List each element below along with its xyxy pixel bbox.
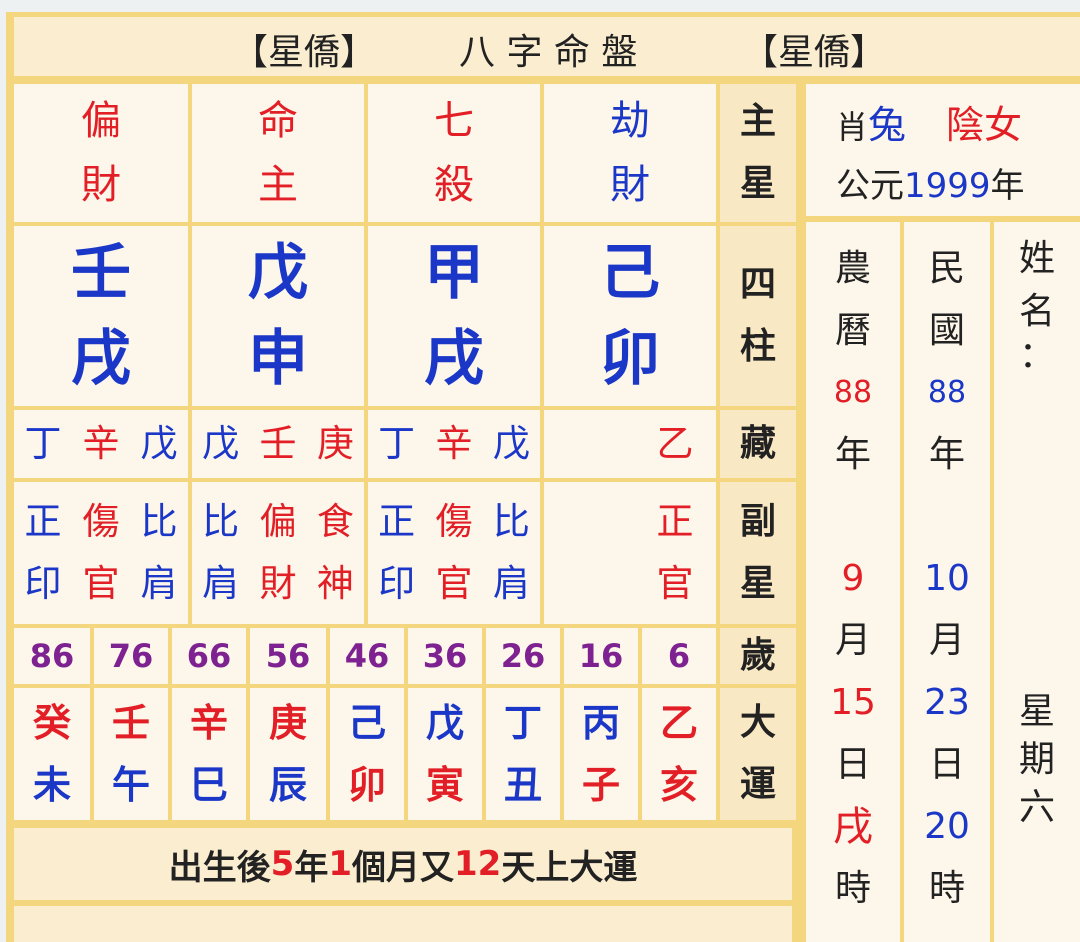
luck-pillar: 丙 子 xyxy=(564,688,638,820)
label-sub-star: 副 星 xyxy=(720,482,796,624)
main-star-3: 七 殺 xyxy=(368,84,540,222)
chart-title: 八 字 命 盤 xyxy=(459,32,638,73)
name-column: 姓 名 ： 星 期 六 xyxy=(994,222,1080,942)
gregorian-year: 公元1999年 xyxy=(836,166,1025,206)
hidden-stems-3: 丁 辛 戊 xyxy=(368,410,540,478)
main-star-1: 偏 財 xyxy=(14,84,188,222)
age-cell: 76 xyxy=(94,628,168,684)
pillar-day: 甲 戌 xyxy=(368,226,540,406)
profile-box: 肖兔 陰女 公元1999年 xyxy=(806,84,1080,216)
age-cell: 36 xyxy=(408,628,482,684)
age-cell: 56 xyxy=(250,628,326,684)
bottom-strip xyxy=(14,906,792,942)
age-cell: 86 xyxy=(14,628,90,684)
luck-pillar: 壬 午 xyxy=(94,688,168,820)
luck-pillar: 丁 丑 xyxy=(486,688,560,820)
minguo-column: 民 國 88 年 10 月 23 日 20 時 xyxy=(904,222,990,942)
hidden-stems-4: 乙 xyxy=(544,410,716,478)
main-star-2: 命 主 xyxy=(192,84,364,222)
sub-stars-1: 正印 傷官 比肩 xyxy=(14,482,188,624)
label-hidden: 藏 xyxy=(720,410,796,478)
sub-stars-2: 比肩 偏財 食神 xyxy=(192,482,364,624)
title-bar: 【星僑】 八 字 命 盤 【星僑】 xyxy=(14,17,1080,76)
brand-left: 【星僑】 xyxy=(232,32,377,73)
pillar-hour: 己 卯 xyxy=(544,226,716,406)
luck-pillar: 辛 巳 xyxy=(172,688,246,820)
label-age: 歲 xyxy=(720,628,796,684)
hidden-stems-1: 丁 辛 戊 xyxy=(14,410,188,478)
age-cell: 6 xyxy=(642,628,716,684)
main-star-4: 劫 財 xyxy=(544,84,716,222)
luck-pillar: 乙 亥 xyxy=(642,688,716,820)
sub-stars-4: 正官 xyxy=(544,482,716,624)
pillar-year: 壬 戌 xyxy=(14,226,188,406)
label-main-star: 主 星 xyxy=(720,84,796,222)
age-cell: 66 xyxy=(172,628,246,684)
luck-pillar: 癸 未 xyxy=(14,688,90,820)
luck-start-note: 出生後 5 年 1 個月又 12 天上大運 xyxy=(14,828,792,900)
zodiac-gender: 肖兔 陰女 xyxy=(836,103,1023,147)
luck-pillar: 己 卯 xyxy=(330,688,404,820)
age-cell: 46 xyxy=(330,628,404,684)
label-four-pillars: 四 柱 xyxy=(720,226,796,406)
brand-right: 【星僑】 xyxy=(742,32,887,73)
age-cell: 26 xyxy=(486,628,560,684)
age-cell: 16 xyxy=(564,628,638,684)
luck-pillar: 庚 辰 xyxy=(250,688,326,820)
hidden-stems-2: 戊 壬 庚 xyxy=(192,410,364,478)
lunar-column: 農 曆 88 年 9 月 15 日 戌 時 xyxy=(806,222,900,942)
sub-stars-3: 正印 傷官 比肩 xyxy=(368,482,540,624)
luck-pillar: 戊 寅 xyxy=(408,688,482,820)
pillar-month: 戊 申 xyxy=(192,226,364,406)
label-luck: 大 運 xyxy=(720,688,796,820)
